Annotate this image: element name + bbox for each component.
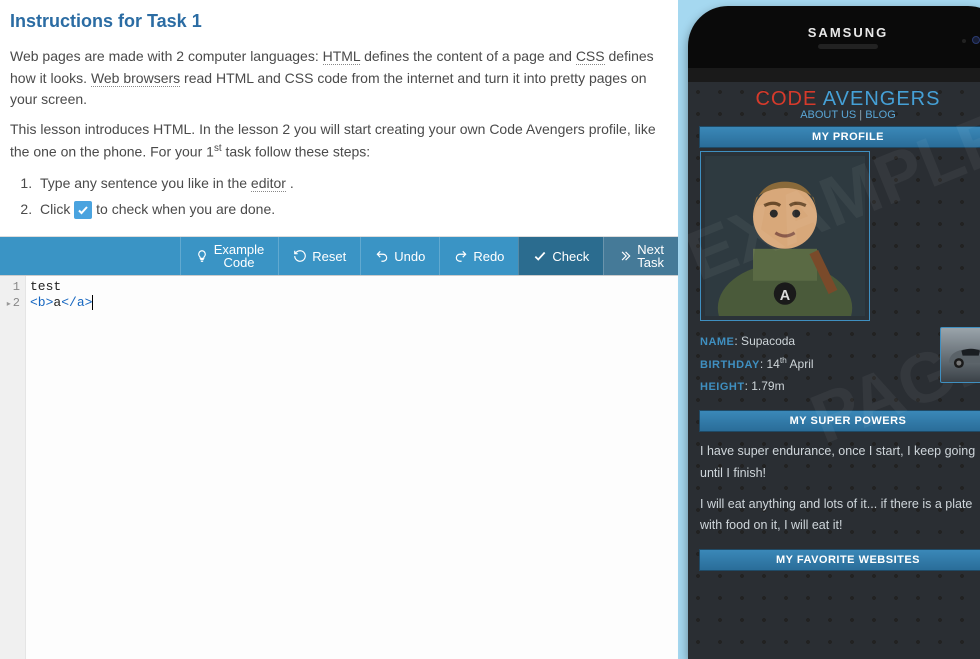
reset-icon [293, 249, 307, 263]
speaker-icon [818, 44, 878, 49]
vehicle-thumbnail [940, 327, 980, 383]
instructions-title: Instructions for Task 1 [10, 8, 668, 36]
phone-preview: SAMSUNG EXAMPLE PAGE CODE AVENGERS ABOUT… [688, 6, 980, 659]
instructions-paragraph-1: Web pages are made with 2 computer langu… [10, 46, 668, 111]
editor-toolbar: ExampleCode Reset Undo Redo Check NextTa… [0, 237, 678, 275]
term-css[interactable]: CSS [576, 48, 605, 65]
power-desc-1: I have super endurance, once I start, I … [700, 441, 980, 484]
camera-icon [972, 36, 980, 44]
check-icon [74, 201, 92, 219]
left-panel: Instructions for Task 1 Web pages are ma… [0, 0, 678, 659]
code-editor[interactable]: 1 2 test <b>a</a> [0, 275, 678, 659]
reset-button[interactable]: Reset [278, 237, 360, 275]
avatar: A [700, 151, 870, 321]
editor-gutter: 1 2 [0, 276, 26, 659]
section-super-powers: MY SUPER POWERS [700, 411, 980, 431]
phone-bezel-top: SAMSUNG [688, 6, 980, 68]
label-height: HEIGHT [700, 381, 745, 393]
step-2: Click to check when you are done. [36, 199, 668, 221]
site-logo: CODE AVENGERS [700, 88, 980, 111]
nav-blog[interactable]: BLOG [865, 109, 896, 121]
phone-screen: EXAMPLE PAGE CODE AVENGERS ABOUT US | BL… [688, 82, 980, 659]
next-task-button[interactable]: NextTask [603, 237, 678, 275]
redo-button[interactable]: Redo [439, 237, 518, 275]
next-icon [618, 249, 632, 263]
profile-fields: NAME: Supacoda BIRTHDAY: 14th April HEIG… [700, 331, 980, 397]
svg-text:A: A [780, 288, 791, 304]
checkmark-icon [533, 249, 547, 263]
label-birthday: BIRTHDAY [700, 359, 760, 371]
undo-icon [375, 249, 389, 263]
editor-content[interactable]: test <b>a</a> [26, 276, 678, 659]
sensor-icon [962, 39, 966, 43]
value-height: : 1.79m [745, 379, 785, 393]
undo-button[interactable]: Undo [360, 237, 439, 275]
avatar-icon: A [705, 156, 865, 316]
text-cursor [92, 295, 93, 310]
nav-about[interactable]: ABOUT US [800, 109, 856, 121]
term-editor[interactable]: editor [251, 175, 286, 192]
check-button[interactable]: Check [518, 237, 603, 275]
redo-icon [454, 249, 468, 263]
example-code-button[interactable]: ExampleCode [180, 237, 279, 275]
value-name: : Supacoda [734, 334, 795, 348]
instructions-pane: Instructions for Task 1 Web pages are ma… [0, 0, 678, 237]
label-name: NAME [700, 336, 734, 348]
power-desc-2: I will eat anything and lots of it... if… [700, 494, 980, 537]
section-favorite-websites: MY FAVORITE WEBSITES [700, 550, 980, 570]
instructions-steps: Type any sentence you like in the editor… [36, 173, 668, 220]
car-icon [944, 338, 980, 372]
phone-statusbar [688, 68, 980, 82]
term-web-browsers[interactable]: Web browsers [91, 70, 180, 87]
phone-brand: SAMSUNG [808, 25, 888, 40]
lightbulb-icon [195, 249, 209, 263]
section-my-profile: MY PROFILE [700, 127, 980, 147]
term-html[interactable]: HTML [323, 48, 361, 65]
instructions-paragraph-2: This lesson introduces HTML. In the less… [10, 119, 668, 163]
step-1: Type any sentence you like in the editor… [36, 173, 668, 195]
